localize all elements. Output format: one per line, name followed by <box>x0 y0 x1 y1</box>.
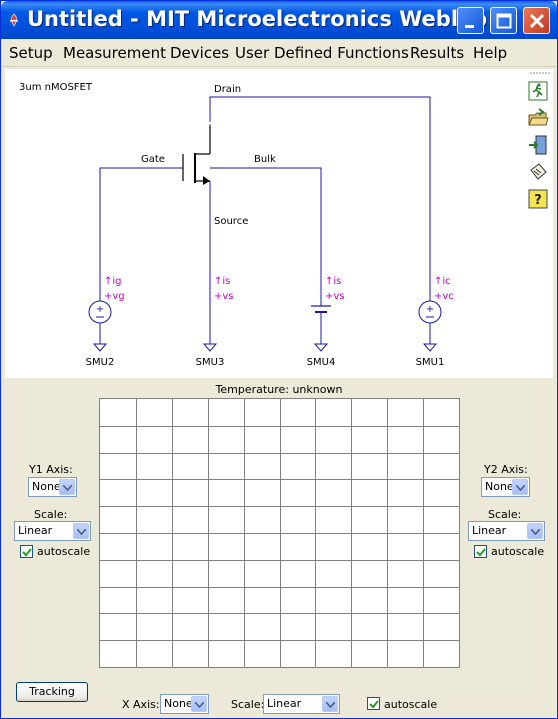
mosfet-arrow <box>203 176 210 185</box>
y2-autoscale-checkbox[interactable] <box>474 545 487 558</box>
close-button[interactable] <box>523 7 550 34</box>
smu2[interactable]: ↑ig +vg + SMU2 <box>86 276 125 368</box>
y2-autoscale-label: autoscale <box>491 545 545 558</box>
run-icon <box>528 81 548 101</box>
smu4-current-label: ↑is <box>325 276 341 287</box>
menu-results[interactable]: Results <box>410 44 464 62</box>
smu4-voltage-label: +vs <box>325 291 345 302</box>
smu3-voltage-label: +vs <box>214 291 234 302</box>
smu4-name: SMU4 <box>307 357 336 368</box>
drain-label: Drain <box>214 84 241 95</box>
y2-axis-label: Y2 Axis: <box>484 463 528 476</box>
menu-devices[interactable]: Devices <box>170 44 229 62</box>
maximize-button[interactable] <box>490 7 517 34</box>
open-folder-icon <box>528 108 549 126</box>
help-button[interactable]: ? <box>527 188 549 210</box>
temperature-label: Temperature: unknown <box>215 383 343 396</box>
checkmark-icon <box>476 548 486 557</box>
minimize-button[interactable] <box>457 7 484 34</box>
y2-axis-value: None <box>485 480 514 493</box>
smu1-current-label: ↑ic <box>434 276 451 287</box>
window-title: Untitled - MIT Microelectronics Weblab <box>27 7 488 31</box>
smu3-name: SMU3 <box>196 357 225 368</box>
exit-door-icon <box>529 135 547 155</box>
help-icon: ? <box>528 189 548 209</box>
gate-label: Gate <box>141 154 165 165</box>
x-scale-label: Scale: <box>231 698 265 711</box>
y1-axis-select[interactable]: None <box>28 477 77 497</box>
smu2-current-label: ↑ig <box>104 276 122 287</box>
app-icon <box>10 13 18 27</box>
maximize-icon <box>496 13 512 29</box>
checkmark-icon <box>369 700 379 709</box>
title-bar[interactable]: Untitled - MIT Microelectronics Weblab <box>1 1 557 39</box>
x-axis-value: None <box>164 697 193 710</box>
ground-icon <box>313 343 329 352</box>
open-button[interactable] <box>527 107 549 129</box>
plot-grid[interactable] <box>99 398 460 668</box>
x-axis-select[interactable]: None <box>160 694 209 714</box>
app-window: Untitled - MIT Microelectronics Weblab S… <box>0 0 558 719</box>
y1-scale-select[interactable]: Linear <box>14 521 91 541</box>
chevron-down-icon <box>512 479 528 495</box>
exit-button[interactable] <box>527 134 549 156</box>
menu-bar: Setup Measurement Devices User Defined F… <box>1 39 557 67</box>
y2-scale-label: Scale: <box>488 508 522 521</box>
y1-axis-value: None <box>32 480 61 493</box>
clipboard-icon <box>530 163 547 180</box>
bulk-label: Bulk <box>254 154 276 165</box>
ground-icon <box>422 343 438 352</box>
chevron-down-icon <box>527 523 543 539</box>
x-autoscale-checkbox[interactable] <box>367 697 380 710</box>
menu-user-defined-functions[interactable]: User Defined Functions <box>235 44 409 62</box>
y1-axis-label: Y1 Axis: <box>29 463 73 476</box>
svg-text:?: ? <box>534 193 542 208</box>
smu2-voltage-label: +vg <box>104 291 125 302</box>
smu3-current-label: ↑is <box>214 276 230 287</box>
plot-gridlines <box>100 399 459 667</box>
toolbar-grip-icon <box>530 72 550 74</box>
side-toolbar: ? <box>523 69 553 219</box>
svg-text:+: + <box>426 304 434 315</box>
ground-icon <box>202 343 218 352</box>
source-label: Source <box>214 216 248 227</box>
clipboard-button[interactable] <box>527 161 549 183</box>
y2-scale-value: Linear <box>472 524 507 537</box>
chevron-down-icon <box>322 696 338 712</box>
checkmark-icon <box>22 548 32 557</box>
chevron-down-icon <box>59 479 75 495</box>
close-icon <box>529 13 545 29</box>
smu4[interactable]: ↑is +vs SMU4 <box>307 276 345 368</box>
y2-scale-select[interactable]: Linear <box>468 521 545 541</box>
smu1-voltage-label: +vc <box>434 291 454 302</box>
x-scale-select[interactable]: Linear <box>263 694 340 714</box>
menu-help[interactable]: Help <box>473 44 507 62</box>
chevron-down-icon <box>73 523 89 539</box>
minimize-icon <box>465 25 474 28</box>
svg-text:+: + <box>96 304 104 315</box>
circuit-diagram[interactable]: 3um nMOSFET Drain Gate Bulk Source ↑ig +… <box>5 69 553 378</box>
smu2-name: SMU2 <box>86 357 115 368</box>
x-autoscale-label: autoscale <box>384 698 438 711</box>
menu-measurement[interactable]: Measurement <box>63 44 166 62</box>
schematic-panel[interactable]: 3um nMOSFET Drain Gate Bulk Source ↑ig +… <box>5 69 553 378</box>
y1-autoscale-checkbox[interactable] <box>20 545 33 558</box>
smu1[interactable]: ↑ic +vc + SMU1 <box>416 276 454 368</box>
smu1-name: SMU1 <box>416 357 445 368</box>
x-axis-label: X Axis: <box>122 698 160 711</box>
y1-scale-label: Scale: <box>34 508 68 521</box>
run-button[interactable] <box>527 80 549 102</box>
ground-icon <box>92 343 108 352</box>
y1-autoscale-label: autoscale <box>37 545 91 558</box>
smu3[interactable]: ↑is +vs SMU3 <box>196 276 234 368</box>
y2-axis-select[interactable]: None <box>481 477 530 497</box>
menu-setup[interactable]: Setup <box>9 44 53 62</box>
x-scale-value: Linear <box>267 697 302 710</box>
chevron-down-icon <box>191 696 207 712</box>
y1-scale-value: Linear <box>18 524 53 537</box>
device-label: 3um nMOSFET <box>19 82 93 93</box>
tracking-button[interactable]: Tracking <box>16 682 88 702</box>
